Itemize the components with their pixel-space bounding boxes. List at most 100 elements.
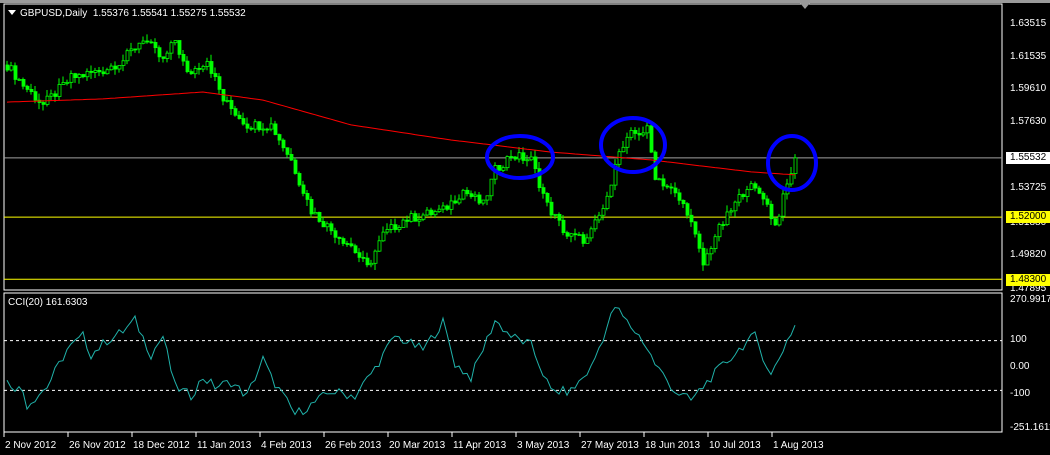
candle-body <box>257 121 262 131</box>
candle-body <box>333 230 338 238</box>
candle-body <box>161 56 166 59</box>
candle-body <box>29 88 34 93</box>
candle-body <box>561 219 566 234</box>
candle-body <box>341 238 346 244</box>
candle-body <box>705 253 710 266</box>
candle-body <box>165 52 170 59</box>
candle-body <box>397 227 402 230</box>
level-tag-1483: 1.48300 <box>1006 274 1050 286</box>
candle-body <box>513 156 518 160</box>
moving-average-line <box>6 91 796 176</box>
date-label: 26 Feb 2013 <box>325 440 382 451</box>
candle-body <box>217 76 222 90</box>
candle-body <box>265 128 270 131</box>
candle-body <box>85 70 90 78</box>
candle-body <box>229 100 234 109</box>
cci-panel-border <box>3 292 1003 433</box>
symbol-timeframe: GBPUSD,Daily <box>20 8 88 19</box>
candle-body <box>169 42 174 54</box>
candle-body <box>617 151 622 165</box>
candle-body <box>185 60 190 72</box>
candle-body <box>465 189 470 195</box>
candle-body <box>181 54 186 62</box>
candle-body <box>441 205 446 210</box>
date-label: 3 May 2013 <box>517 440 570 451</box>
cci-scale-label: 0.00 <box>1010 361 1030 372</box>
candle-body <box>741 194 746 197</box>
candle-body <box>105 69 110 75</box>
candle-body <box>405 219 410 222</box>
candle-body <box>301 184 306 194</box>
date-label: 2 Nov 2012 <box>5 440 57 451</box>
candle-body <box>357 252 362 258</box>
candle-body <box>261 128 266 131</box>
chart-shift-marker[interactable] <box>800 3 810 9</box>
dropdown-triangle-icon[interactable] <box>8 10 16 15</box>
candle-body <box>525 159 530 162</box>
candle-body <box>369 262 374 266</box>
date-label: 4 Feb 2013 <box>261 440 312 451</box>
candle-body <box>621 146 626 153</box>
cci-scale-label: 270.9917 <box>1010 294 1050 305</box>
current-price-tag: 1.55532 <box>1006 152 1050 164</box>
candle-body <box>605 195 610 209</box>
candle-body <box>573 233 578 236</box>
candle-body <box>425 209 430 216</box>
candle-body <box>141 40 146 44</box>
candle-body <box>709 248 714 255</box>
candle-body <box>205 61 210 67</box>
candle-body <box>17 78 22 81</box>
candle-body <box>381 231 386 242</box>
candle-body <box>41 102 46 105</box>
candle-body <box>677 192 682 201</box>
candle-body <box>753 183 758 189</box>
candle-body <box>305 193 310 200</box>
candle-body <box>625 136 630 148</box>
candle-body <box>417 218 422 222</box>
candle-body <box>61 82 66 85</box>
chart-canvas[interactable] <box>0 0 1050 455</box>
candle-body <box>49 93 54 97</box>
candle-body <box>329 223 334 232</box>
candle-body <box>721 224 726 226</box>
candle-body <box>641 132 646 136</box>
candle-body <box>81 74 86 78</box>
candle-body <box>73 73 78 79</box>
candle-body <box>645 125 650 134</box>
candle-body <box>225 100 230 102</box>
candle-body <box>153 42 158 49</box>
candle-body <box>401 219 406 228</box>
ohlc-values: 1.55376 1.55541 1.55275 1.55532 <box>92 8 246 19</box>
candle-body <box>337 236 342 239</box>
price-label: 1.63515 <box>1010 18 1047 29</box>
candle-body <box>413 213 418 222</box>
candle-body <box>177 40 182 55</box>
candle-body <box>109 65 114 71</box>
price-label: 1.49820 <box>1010 249 1047 260</box>
candle-body <box>65 81 70 84</box>
annotation-circle-june <box>599 116 667 174</box>
candle-body <box>549 201 554 216</box>
candle-body <box>57 84 62 97</box>
candle-body <box>117 64 122 70</box>
candle-body <box>633 130 638 134</box>
candle-body <box>281 139 286 149</box>
date-label: 27 May 2013 <box>581 440 639 451</box>
candle-body <box>781 193 786 217</box>
candle-body <box>529 156 534 161</box>
candle-body <box>361 256 366 259</box>
candle-body <box>557 213 562 221</box>
cci-scale-label: 100 <box>1010 334 1027 345</box>
candle-body <box>77 74 82 79</box>
candle-body <box>5 64 10 71</box>
candle-body <box>793 157 798 174</box>
cci-line <box>6 306 796 416</box>
candle-body <box>461 189 466 200</box>
candle-body <box>293 159 298 174</box>
candle-body <box>453 200 458 204</box>
candle-body <box>121 60 126 66</box>
candle-body <box>497 165 502 171</box>
date-label: 11 Apr 2013 <box>453 440 507 451</box>
candle-body <box>481 199 486 204</box>
candle-body <box>449 200 454 210</box>
